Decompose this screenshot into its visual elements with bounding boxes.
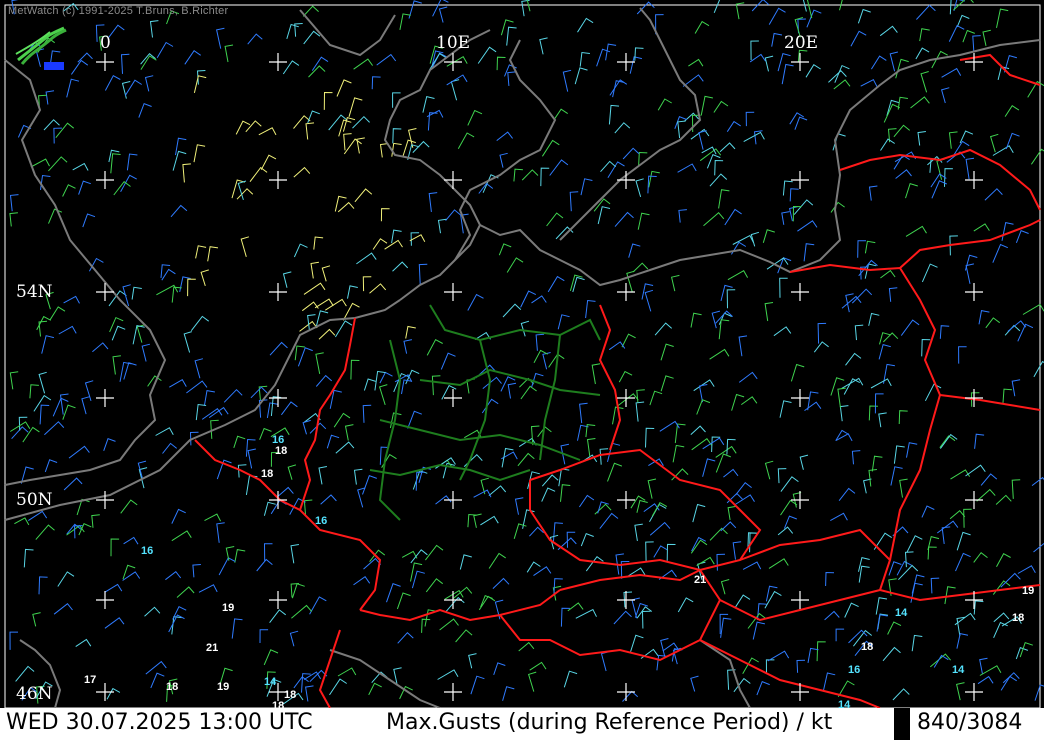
gust-label: 19	[222, 602, 235, 614]
valid-datetime: WED 30.07.2025 13:00 UTC	[6, 710, 313, 735]
copyright-credit: MetWatch (c) 1991-2025 T.Bruns, B.Richte…	[8, 5, 229, 17]
latitude-label-54n: 54N	[16, 282, 53, 302]
status-separator	[894, 708, 910, 740]
latitude-label-50n: 50N	[16, 490, 53, 510]
gust-label: 14	[264, 676, 277, 688]
gust-label: 18	[166, 681, 179, 693]
longitude-label-10e: 10E	[436, 33, 471, 53]
gust-label: 18	[284, 689, 297, 701]
weather-map	[0, 0, 1044, 740]
gust-label: 21	[694, 574, 707, 586]
longitude-label-0: 0	[100, 33, 111, 53]
gust-label: 19	[1022, 585, 1035, 597]
gust-label: 17	[84, 674, 97, 686]
gust-label: 18	[861, 641, 874, 653]
gust-label: 18	[275, 445, 288, 457]
frame-counter: 840/3084	[917, 710, 1023, 735]
gust-label: 21	[206, 642, 219, 654]
status-bar: WED 30.07.2025 13:00 UTC Max.Gusts (duri…	[0, 708, 1044, 740]
product-title: Max.Gusts (during Reference Period) / kt	[386, 710, 833, 735]
gust-label: 18	[261, 468, 274, 480]
gust-label: 18	[1012, 612, 1025, 624]
latitude-label-46n: 46N	[16, 684, 53, 704]
gust-label: 14	[895, 607, 908, 619]
longitude-label-20e: 20E	[784, 33, 819, 53]
gust-label: 19	[217, 681, 230, 693]
gust-label: 16	[141, 545, 154, 557]
gust-label: 16	[848, 664, 861, 676]
gust-label: 16	[315, 515, 328, 527]
gust-label: 14	[952, 664, 965, 676]
